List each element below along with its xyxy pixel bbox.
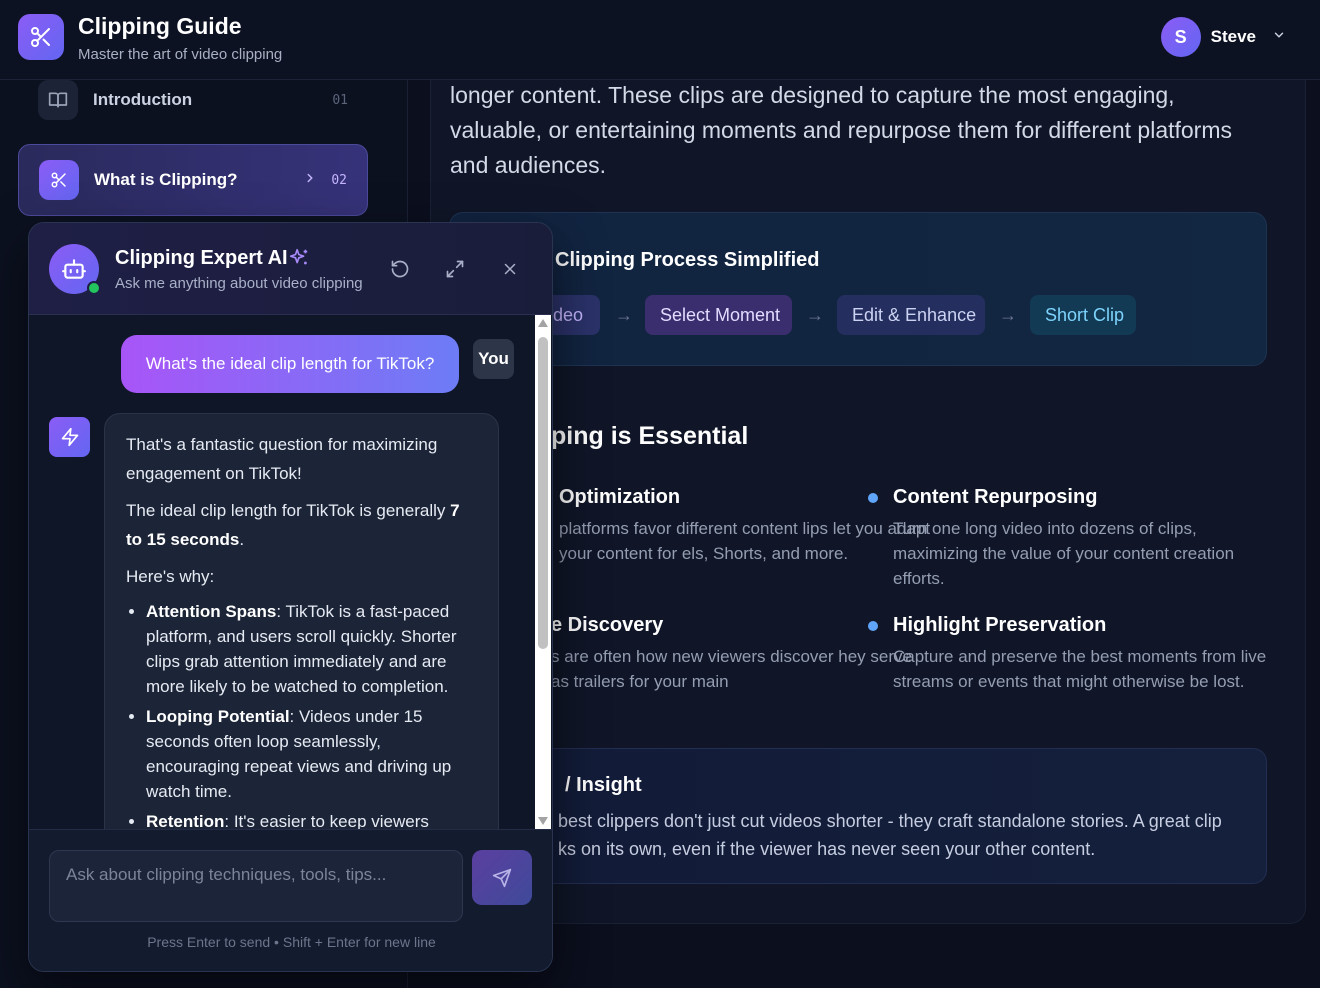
arrow-right-icon: → — [999, 305, 1017, 325]
insight-text: best clippers don't just cut videos shor… — [558, 811, 1222, 859]
lightning-icon — [49, 417, 90, 457]
sidebar-item-number: 02 — [331, 172, 347, 188]
insight-title: / Insight — [565, 774, 642, 796]
feature-text: platforms favor different content lips l… — [559, 519, 931, 563]
sidebar-item-introduction[interactable]: Introduction 01 — [18, 64, 368, 136]
process-card: Clipping Process Simplified deo → Select… — [449, 212, 1267, 366]
arrow-right-icon: → — [615, 305, 633, 325]
sidebar-item-label: Introduction — [93, 90, 193, 109]
feature-text: Capture and preserve the best moments fr… — [893, 647, 1267, 691]
user-message: What's the ideal clip length for TikTok? — [121, 335, 459, 393]
user-menu[interactable]: S Steve — [1160, 17, 1286, 57]
sidebar-item-what-is-clipping[interactable]: What is Clipping? 02 — [18, 144, 368, 216]
scroll-down-icon[interactable] — [538, 817, 548, 825]
chat-header: Clipping Expert AI Ask me anything about… — [29, 223, 552, 315]
sparkles-icon — [288, 247, 310, 274]
bot-bullet-list: Attention Spans: TikTok is a fast-paced … — [146, 599, 478, 829]
process-step: Short Clip — [1030, 295, 1136, 335]
bot-paragraph: Here's why: — [126, 567, 215, 586]
sidebar-item-number: 01 — [332, 92, 348, 108]
insight-card: / Insight best clippers don't just cut v… — [449, 748, 1267, 884]
process-step: Select Moment — [645, 295, 792, 335]
you-badge: You — [473, 339, 514, 379]
bot-bullet: Retention: It's easier to keep viewers — [146, 809, 478, 829]
sidebar-item-label: What is Clipping? — [94, 170, 238, 189]
bullet-dot-icon — [868, 621, 878, 631]
chat-title: Clipping Expert AI — [115, 247, 288, 269]
send-icon — [492, 868, 512, 887]
book-icon — [38, 80, 78, 120]
bot-bullet: Attention Spans: TikTok is a fast-paced … — [146, 599, 478, 699]
chat-footer: Press Enter to send • Shift + Enter for … — [29, 829, 552, 971]
scissors-logo-icon — [18, 14, 64, 60]
feature-item: Highlight Preservation Capture and prese… — [868, 614, 1273, 694]
feature-item: Content Repurposing Turn one long video … — [868, 486, 1273, 591]
feature-title: Optimization — [559, 486, 681, 508]
chat-subtitle: Ask me anything about video clipping — [115, 275, 363, 292]
feature-title: Highlight Preservation — [893, 614, 1107, 636]
send-button[interactable] — [472, 850, 532, 905]
bot-message: That's a fantastic question for maximizi… — [104, 413, 499, 829]
feature-text: Turn one long video into dozens of clips… — [893, 519, 1235, 588]
feature-text: s are often how new viewers discover hey… — [551, 647, 912, 691]
bot-paragraph: The ideal clip length for TikTok is gene… — [126, 501, 460, 549]
intro-paragraph: longer content. These clips are designed… — [450, 82, 1232, 178]
section-title: ping is Essential — [551, 422, 749, 450]
chevron-down-icon — [1272, 28, 1286, 47]
user-name: Steve — [1210, 27, 1256, 46]
chat-input[interactable] — [49, 850, 463, 922]
bot-paragraph: That's a fantastic question for maximizi… — [126, 435, 438, 483]
scrollbar[interactable] — [535, 315, 551, 829]
scissors-icon — [39, 160, 79, 200]
scrollbar-thumb[interactable] — [538, 337, 548, 649]
chevron-right-icon — [303, 171, 317, 190]
process-steps: deo → Select Moment → Edit & Enhance → S… — [450, 295, 1268, 335]
feature-title: Content Repurposing — [893, 486, 1098, 508]
avatar: S — [1160, 17, 1201, 57]
process-step: Edit & Enhance — [837, 295, 985, 335]
arrow-right-icon: → — [806, 305, 824, 325]
bot-bullet: Looping Potential: Videos under 15 secon… — [146, 704, 478, 804]
close-icon[interactable] — [498, 257, 522, 281]
scroll-up-icon[interactable] — [538, 319, 548, 327]
chat-panel: Clipping Expert AI Ask me anything about… — [28, 222, 553, 972]
online-status-dot — [87, 281, 101, 295]
input-hint: Press Enter to send • Shift + Enter for … — [147, 934, 436, 950]
message-list: What's the ideal clip length for TikTok?… — [29, 315, 552, 829]
app-title: Clipping Guide — [78, 13, 242, 39]
bullet-dot-icon — [868, 493, 878, 503]
app-subtitle: Master the art of video clipping — [78, 46, 283, 63]
expand-icon[interactable] — [443, 257, 467, 281]
process-title: Clipping Process Simplified — [555, 249, 820, 271]
main-content: longer content. These clips are designed… — [430, 80, 1306, 924]
feature-item: Optimization platforms favor different c… — [559, 486, 939, 566]
refresh-icon[interactable] — [388, 257, 412, 281]
